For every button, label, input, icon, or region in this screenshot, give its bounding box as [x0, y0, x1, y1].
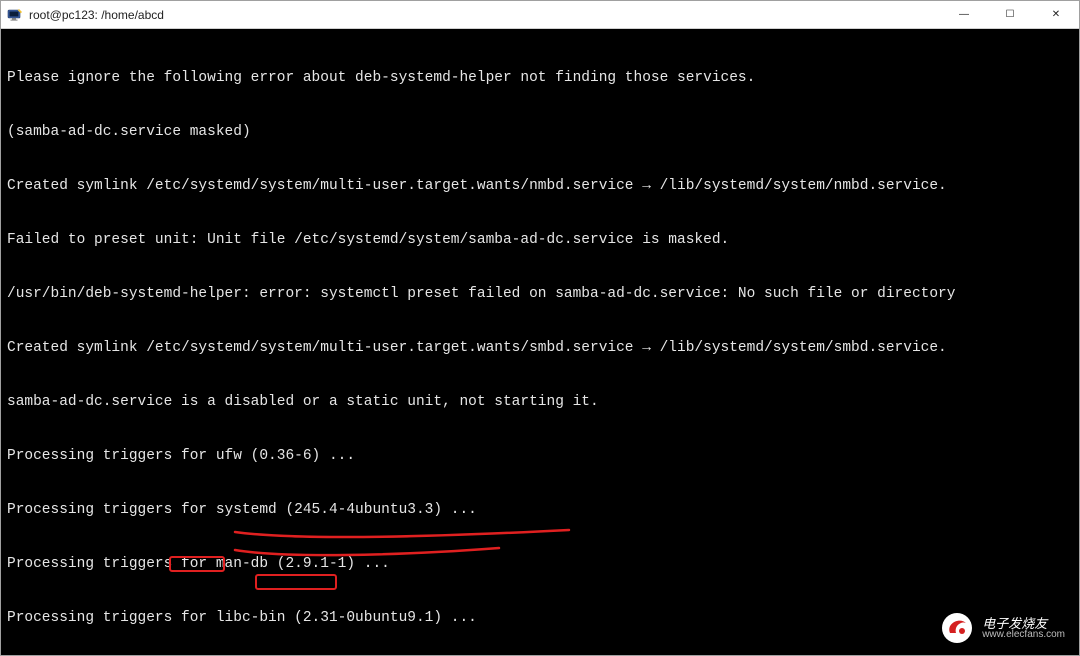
titlebar[interactable]: root@pc123: /home/abcd — ☐ ✕ — [1, 1, 1079, 29]
annotation-underline-1 — [233, 526, 575, 546]
close-button[interactable]: ✕ — [1033, 1, 1079, 28]
terminal-line: Please ignore the following error about … — [7, 69, 1075, 87]
putty-window: root@pc123: /home/abcd — ☐ ✕ Please igno… — [0, 0, 1080, 656]
terminal-line: Created symlink /etc/systemd/system/mult… — [7, 177, 1075, 195]
minimize-icon: — — [959, 9, 969, 20]
terminal-line: Created symlink /etc/systemd/system/mult… — [7, 339, 1075, 357]
terminal-line: Processing triggers for ufw (0.36-6) ... — [7, 447, 1075, 465]
terminal-line: Processing triggers for libc-bin (2.31-0… — [7, 609, 1075, 627]
watermark-text-url: www.elecfans.com — [982, 630, 1065, 640]
terminal-line: Processing triggers for man-db (2.9.1-1)… — [7, 555, 1075, 573]
putty-icon — [7, 7, 23, 23]
maximize-icon: ☐ — [1006, 9, 1015, 20]
terminal-line: samba-ad-dc.service is a disabled or a s… — [7, 393, 1075, 411]
terminal-line: Failed to preset unit: Unit file /etc/sy… — [7, 231, 1075, 249]
window-controls: — ☐ ✕ — [941, 1, 1079, 28]
window-title: root@pc123: /home/abcd — [29, 8, 941, 22]
minimize-button[interactable]: — — [941, 1, 987, 28]
terminal-line: /usr/bin/deb-systemd-helper: error: syst… — [7, 285, 1075, 303]
terminal-line: (samba-ad-dc.service masked) — [7, 123, 1075, 141]
annotation-box-2 — [255, 574, 337, 590]
maximize-button[interactable]: ☐ — [987, 1, 1033, 28]
terminal-line: Processing triggers for systemd (245.4-4… — [7, 501, 1075, 519]
close-icon: ✕ — [1052, 9, 1060, 20]
terminal[interactable]: Please ignore the following error about … — [1, 29, 1079, 655]
